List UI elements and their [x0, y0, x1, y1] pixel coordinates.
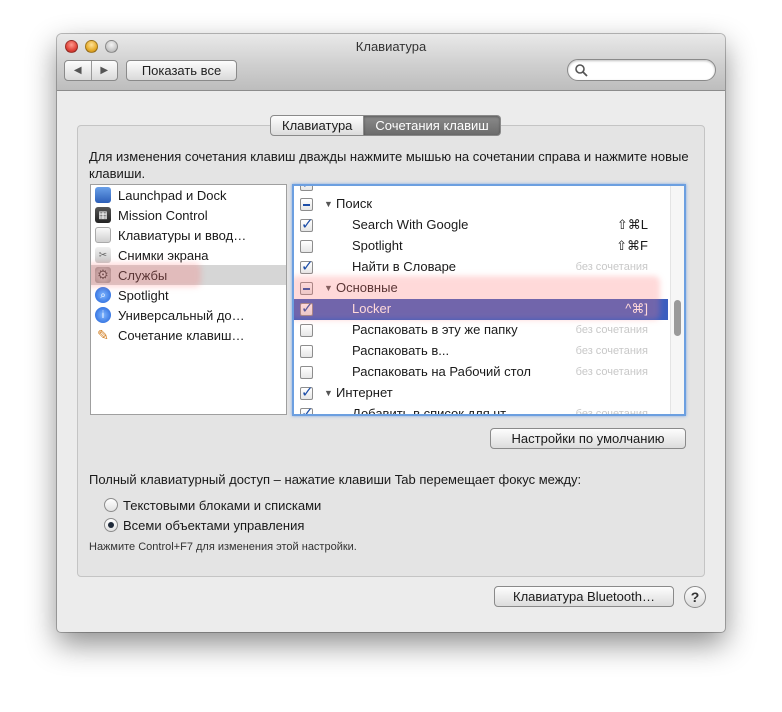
shortcut-label: Spotlight [352, 238, 403, 253]
gear-icon: ⚙ [95, 267, 111, 283]
radio-all-controls[interactable]: Всеми объектами управления [104, 517, 304, 533]
shortcut-row[interactable]: Распаковать на Рабочий стол без сочетани… [294, 362, 668, 383]
radio-label: Всеми объектами управления [123, 517, 305, 533]
checkbox[interactable] [300, 282, 313, 295]
group-label: Поиск [336, 196, 373, 211]
shortcut-keys[interactable]: без сочетания [576, 408, 648, 414]
nav-segment: ◀ ▶ [64, 60, 118, 81]
shortcut-label: Распаковать в эту же папку [352, 322, 518, 337]
shortcut-row[interactable]: Найти в Словаре без сочетания [294, 257, 668, 278]
category-item-services[interactable]: ⚙ Службы [91, 265, 286, 285]
radio-text-boxes[interactable]: Текстовыми блоками и списками [104, 497, 321, 513]
shortcut-row-selected[interactable]: Locker ^⌘] [294, 299, 668, 320]
radio-button[interactable] [104, 518, 118, 532]
category-label: Универсальный до… [118, 307, 245, 323]
shortcut-keys[interactable]: без сочетания [576, 345, 648, 357]
search-field[interactable] [567, 59, 716, 81]
shortcut-row[interactable]: Распаковать в... без сочетания [294, 341, 668, 362]
disclosure-triangle-icon[interactable]: ▼ [324, 283, 333, 293]
shortcut-keys[interactable]: ^⌘] [625, 301, 648, 317]
shortcuts-list[interactable]: ▼ Поиск Search With Google ⇧⌘L Spotlight… [292, 184, 686, 416]
show-all-button[interactable]: Показать все [126, 60, 237, 81]
category-label: Сочетание клавиш… [118, 327, 245, 343]
category-label: Launchpad и Dock [118, 187, 227, 203]
shortcut-row[interactable]: Добавить в список для чт… без сочетания [294, 404, 668, 416]
shortcut-keys[interactable]: ⇧⌘L [617, 217, 648, 233]
category-list[interactable]: Launchpad и Dock ▦ Mission Control Клави… [90, 184, 287, 415]
shortcut-row[interactable]: Spotlight ⇧⌘F [294, 236, 668, 257]
shortcut-keys[interactable]: без сочетания [576, 324, 648, 336]
checkbox[interactable] [300, 257, 314, 275]
spotlight-icon: ⌕ [95, 287, 111, 303]
category-item-app-shortcuts[interactable]: ✎ Сочетание клавиш… [91, 325, 286, 345]
keyboard-icon [95, 227, 111, 243]
shortcut-keys[interactable]: без сочетания [576, 261, 648, 273]
group-row-general[interactable]: ▼ Основные [294, 278, 668, 299]
category-label: Службы [118, 267, 168, 283]
bluetooth-keyboard-button[interactable]: Клавиатура Bluetooth… [494, 586, 674, 607]
category-item-screenshots[interactable]: ✂ Снимки экрана [91, 245, 286, 265]
checkbox[interactable] [300, 198, 313, 211]
checkbox[interactable] [300, 366, 313, 379]
screenshot-icon: ✂ [95, 247, 111, 263]
group-row-internet[interactable]: ▼ Интернет [294, 383, 668, 404]
shortcut-label: Распаковать на Рабочий стол [352, 364, 531, 379]
group-row-search[interactable]: ▼ Поиск [294, 194, 668, 215]
search-icon [575, 64, 588, 77]
shortcut-label: Распаковать в... [352, 343, 450, 358]
checkbox[interactable] [300, 299, 314, 317]
checkbox[interactable] [300, 345, 313, 358]
shortcut-keys[interactable]: ⇧⌘F [616, 238, 648, 254]
checkbox[interactable] [300, 324, 313, 337]
tab-keyboard[interactable]: Клавиатура [270, 115, 365, 136]
checkbox[interactable] [300, 383, 314, 401]
shortcut-hint-text: Нажмите Control+F7 для изменения этой на… [89, 541, 357, 553]
window-title: Клавиатура [355, 39, 427, 54]
tab-bar: Клавиатура Сочетания клавиш [270, 115, 501, 136]
shortcut-keys[interactable]: без сочетания [576, 366, 648, 378]
group-label: Интернет [336, 385, 393, 400]
launchpad-icon [95, 187, 111, 203]
tab-shortcuts[interactable]: Сочетания клавиш [364, 115, 501, 136]
radio-button[interactable] [104, 498, 118, 512]
shortcut-label: Search With Google [352, 217, 469, 232]
app-shortcuts-icon: ✎ [97, 326, 109, 343]
checkbox[interactable] [300, 215, 314, 233]
instructions-text: Для изменения сочетания клавиш дважды на… [89, 149, 689, 181]
shortcut-row[interactable]: Search With Google ⇧⌘L [294, 215, 668, 236]
category-item-spotlight[interactable]: ⌕ Spotlight [91, 285, 286, 305]
category-label: Клавиатуры и ввод… [118, 227, 247, 243]
category-label: Mission Control [118, 207, 208, 223]
checkbox[interactable] [300, 404, 314, 414]
disclosure-triangle-icon[interactable]: ▼ [324, 388, 333, 398]
category-item-keyboard-input[interactable]: Клавиатуры и ввод… [91, 225, 286, 245]
category-label: Снимки экрана [118, 247, 209, 263]
back-button[interactable]: ◀ [65, 61, 91, 80]
shortcut-row[interactable]: Распаковать в эту же папку без сочетания [294, 320, 668, 341]
category-item-launchpad[interactable]: Launchpad и Dock [91, 185, 286, 205]
radio-label: Текстовыми блоками и списками [123, 497, 322, 513]
disclosure-triangle-icon[interactable]: ▼ [324, 199, 333, 209]
category-label: Spotlight [118, 287, 169, 303]
category-item-mission-control[interactable]: ▦ Mission Control [91, 205, 286, 225]
restore-defaults-button[interactable]: Настройки по умолчанию [490, 428, 686, 449]
scrollbar[interactable] [670, 186, 684, 414]
mission-control-icon: ▦ [95, 207, 111, 223]
group-label: Основные [336, 280, 398, 295]
category-item-accessibility[interactable]: i Универсальный до… [91, 305, 286, 325]
keyboard-preferences-window: Клавиатура ◀ ▶ Показать все Клавиатура С… [57, 34, 725, 632]
accessibility-icon: i [95, 307, 111, 323]
forward-button[interactable]: ▶ [90, 61, 118, 80]
checkbox[interactable] [300, 240, 313, 253]
help-button[interactable]: ? [684, 586, 706, 608]
scrollbar-thumb[interactable] [674, 300, 681, 336]
shortcut-label: Добавить в список для чт… [352, 406, 520, 416]
checkbox[interactable] [300, 186, 314, 192]
shortcut-label: Найти в Словаре [352, 259, 457, 274]
shortcut-label: Locker [352, 301, 392, 316]
full-keyboard-access-label: Полный клавиатурный доступ – нажатие кла… [89, 472, 582, 487]
title-bar: Клавиатура ◀ ▶ Показать все [57, 34, 725, 91]
